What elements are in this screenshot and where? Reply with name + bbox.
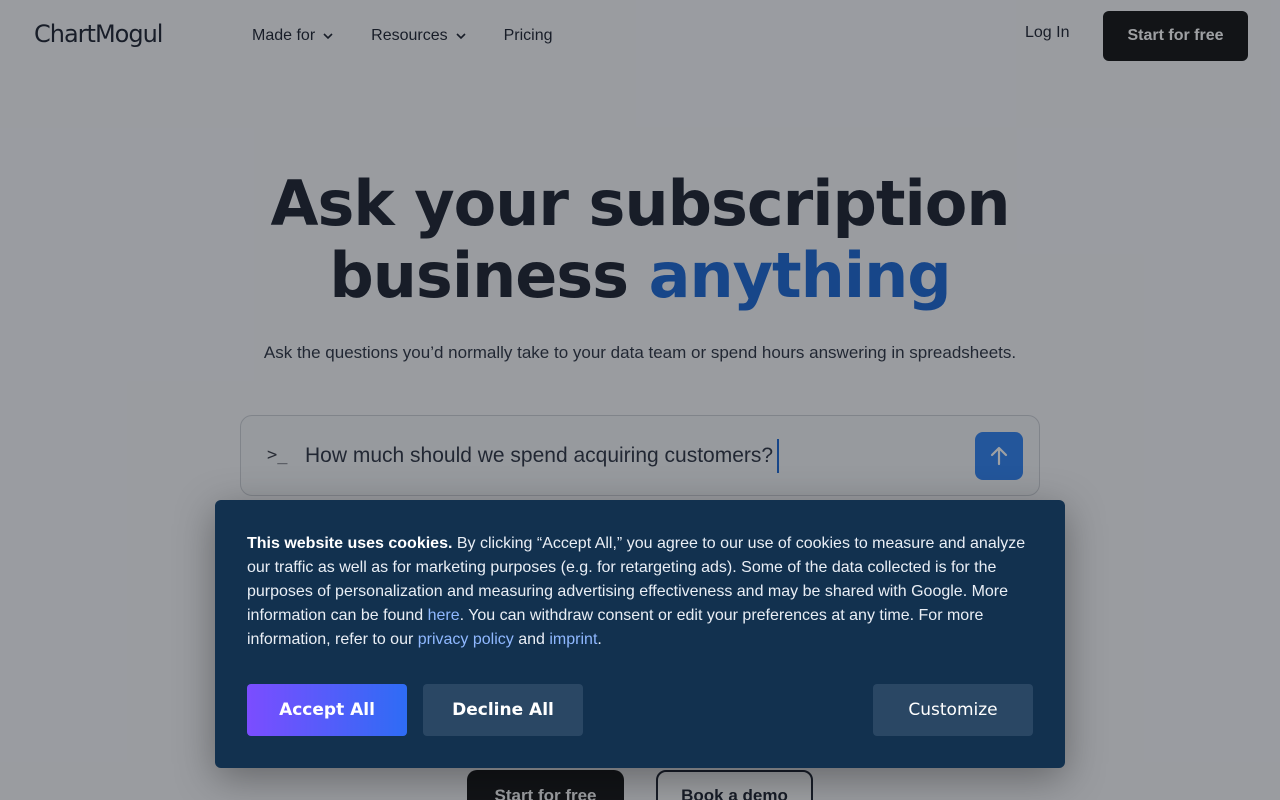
cookie-text-4: .	[597, 631, 602, 648]
accept-all-button[interactable]: Accept All	[247, 684, 407, 736]
cookie-here-link[interactable]: here	[428, 607, 460, 624]
privacy-policy-link[interactable]: privacy policy	[418, 631, 514, 648]
cookie-text-3: and	[513, 631, 550, 648]
imprint-link[interactable]: imprint	[549, 631, 597, 648]
cookie-banner: This website uses cookies. By clicking “…	[215, 500, 1065, 768]
cookie-heading: This website uses cookies.	[247, 535, 453, 552]
decline-all-button[interactable]: Decline All	[423, 684, 583, 736]
customize-button[interactable]: Customize	[873, 684, 1033, 736]
cookie-message: This website uses cookies. By clicking “…	[247, 532, 1037, 652]
